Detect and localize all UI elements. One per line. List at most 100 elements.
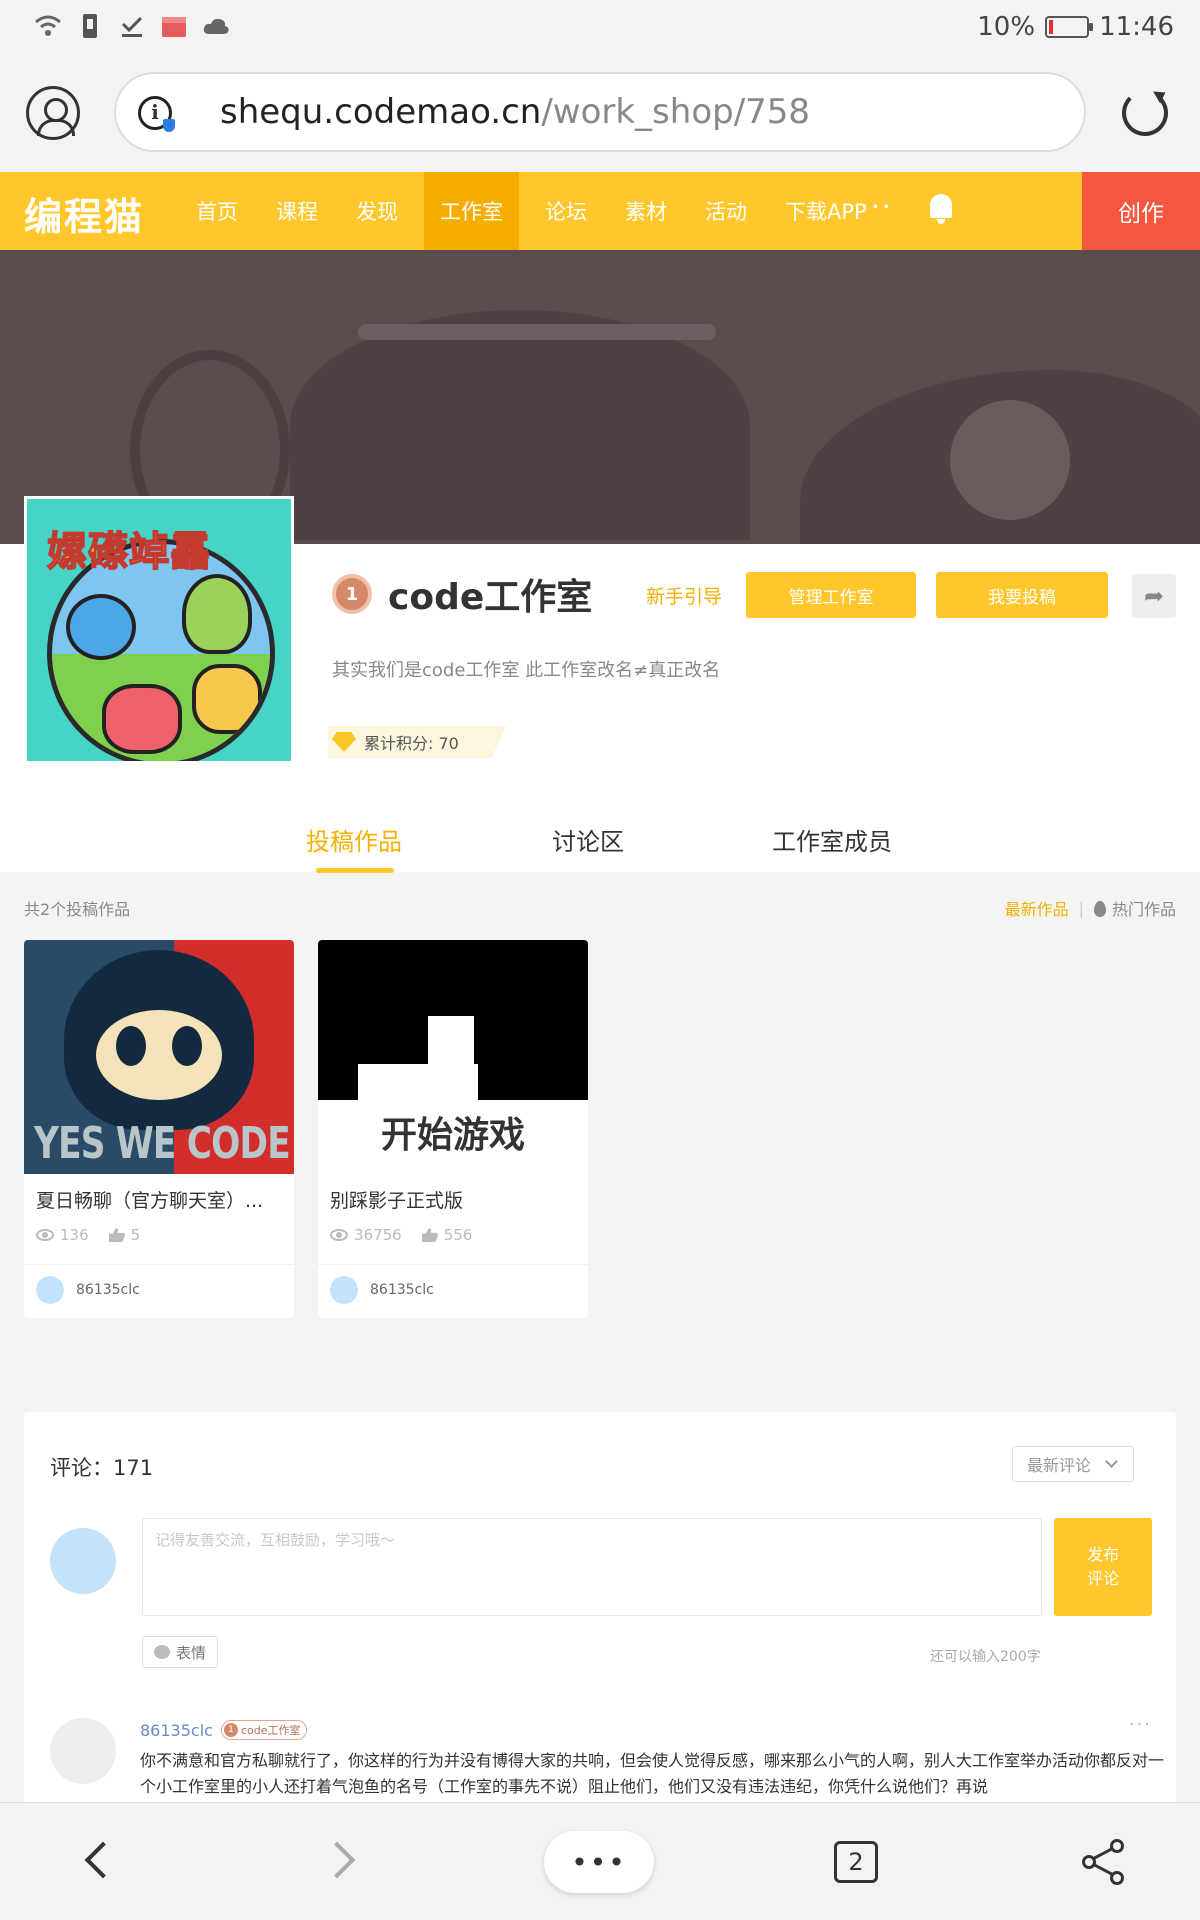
- work-stats: 136 5: [36, 1226, 140, 1244]
- status-icons: [34, 12, 230, 40]
- publish-comment-button[interactable]: 发布 评论: [1054, 1518, 1152, 1616]
- site-info-icon[interactable]: i: [138, 96, 175, 132]
- url-path: /work_shop/758: [541, 92, 811, 132]
- forward-icon[interactable]: [318, 1841, 356, 1879]
- studio-name: code工作室: [388, 577, 593, 618]
- address-bar[interactable]: i shequ.codemao.cn/work_shop/758: [114, 72, 1086, 152]
- work-stats: 36756 556: [330, 1226, 472, 1244]
- comment-more-button[interactable]: ···: [1129, 1714, 1152, 1735]
- card-divider: [24, 1264, 294, 1265]
- work-thumbnail[interactable]: 开始游戏: [318, 940, 588, 1174]
- battery-icon: [1045, 16, 1094, 38]
- newbie-guide-link[interactable]: 新手引导: [646, 582, 722, 609]
- cloud-icon: [202, 12, 230, 40]
- battery-percent: 10%: [977, 12, 1036, 42]
- work-card[interactable]: 开始游戏 别踩影子正式版 36756 556 86135clc: [318, 940, 588, 1318]
- tab-submitted-works[interactable]: 投稿作品: [306, 822, 402, 857]
- clock: 11:46: [1099, 12, 1174, 42]
- commenter-avatar[interactable]: [50, 1718, 116, 1784]
- studio-tag-label: code工作室: [240, 1724, 301, 1737]
- author-avatar[interactable]: [36, 1276, 64, 1304]
- like-icon: [108, 1228, 125, 1242]
- browser-toolbar: i shequ.codemao.cn/work_shop/758: [0, 56, 1200, 172]
- work-card[interactable]: YES WE CODE 夏日畅聊（官方聊天室）... 136 5 86135cl…: [24, 940, 294, 1318]
- emoji-icon: [153, 1645, 170, 1659]
- thumbnail-slogan: YES WE CODE: [34, 1118, 291, 1169]
- work-author[interactable]: 86135clc: [330, 1276, 434, 1304]
- comment-input[interactable]: [142, 1518, 1042, 1616]
- char-remaining: 还可以输入200字: [930, 1649, 1041, 1665]
- menu-button[interactable]: •••: [544, 1831, 654, 1893]
- reload-icon[interactable]: [1122, 90, 1168, 136]
- studio-tabs: 投稿作品 讨论区 工作室成员: [0, 800, 1200, 873]
- nav-item-forum[interactable]: 论坛: [533, 172, 599, 250]
- comment-author-row: 86135clc 1 code工作室: [140, 1720, 308, 1740]
- like-count: 5: [130, 1226, 141, 1244]
- status-right: 10% 11:46: [977, 12, 1174, 42]
- emoji-button[interactable]: 表情: [142, 1636, 218, 1668]
- nav-item-home[interactable]: 首页: [184, 172, 250, 250]
- level-badge-icon: 1: [332, 574, 372, 614]
- studio-description: 其实我们是code工作室 此工作室改名≠真正改名: [332, 660, 721, 681]
- nav-more-button[interactable]: ···: [860, 190, 893, 223]
- works-count: 共2个投稿作品: [24, 900, 131, 919]
- work-thumbnail[interactable]: YES WE CODE: [24, 940, 294, 1174]
- studio-level-icon: 1: [223, 1723, 238, 1737]
- sort-newest-link[interactable]: 最新作品: [1005, 896, 1069, 920]
- author-name[interactable]: 86135clc: [370, 1282, 434, 1298]
- view-count: 136: [60, 1226, 89, 1244]
- sort-separator: |: [1078, 898, 1084, 918]
- chevron-down-icon: [1105, 1455, 1118, 1468]
- author-avatar[interactable]: [330, 1276, 358, 1304]
- nav-item-events[interactable]: 活动: [693, 172, 759, 250]
- comment-count: 评论：171: [50, 1456, 154, 1480]
- site-nav: 编程猫 首页 课程 发现 工作室 论坛 素材 活动 下载APP ··· 创作: [0, 172, 1200, 250]
- tab-discussion[interactable]: 讨论区: [552, 822, 624, 857]
- card-divider: [318, 1264, 588, 1265]
- bell-icon[interactable]: [928, 194, 954, 224]
- studio-tag: 1 code工作室: [220, 1720, 308, 1740]
- share-icon[interactable]: ➦: [1132, 574, 1176, 618]
- app-notification-icon: [160, 12, 188, 40]
- sort-hot-label: 热门作品: [1111, 900, 1176, 919]
- nav-items: 首页 课程 发现 工作室 论坛 素材 活动 下载APP: [184, 172, 893, 250]
- nav-item-materials[interactable]: 素材: [613, 172, 679, 250]
- like-count: 556: [443, 1226, 473, 1244]
- tabs-count-button[interactable]: 2: [834, 1841, 878, 1883]
- nav-item-studio[interactable]: 工作室: [424, 172, 519, 250]
- author-name[interactable]: 86135clc: [76, 1282, 140, 1298]
- view-count: 36756: [354, 1226, 402, 1244]
- studio-name-row: 1 code工作室: [332, 568, 592, 620]
- nav-item-discover[interactable]: 发现: [344, 172, 410, 250]
- submit-work-button[interactable]: 我要投稿: [936, 572, 1108, 618]
- emoji-label: 表情: [175, 1643, 206, 1662]
- comment-sort-select[interactable]: 最新评论: [1012, 1446, 1134, 1482]
- account-icon[interactable]: [26, 86, 80, 140]
- like-icon: [421, 1228, 438, 1242]
- url-text[interactable]: shequ.codemao.cn/work_shop/758: [220, 92, 810, 132]
- site-logo[interactable]: 编程猫: [24, 186, 144, 241]
- my-avatar: [50, 1528, 116, 1594]
- view-icon: [36, 1229, 54, 1241]
- create-button[interactable]: 创作: [1082, 172, 1200, 250]
- wifi-icon: [34, 12, 62, 40]
- view-icon: [330, 1229, 348, 1241]
- comment-author-name[interactable]: 86135clc: [140, 1721, 213, 1740]
- fire-icon: [1093, 901, 1106, 917]
- work-title[interactable]: 夏日畅聊（官方聊天室）...: [36, 1186, 282, 1213]
- work-author[interactable]: 86135clc: [36, 1276, 140, 1304]
- avatar-title: 嫘礤竨靐: [46, 528, 211, 576]
- url-host: shequ.codemao.cn: [220, 92, 542, 132]
- work-title[interactable]: 别踩影子正式版: [330, 1186, 576, 1213]
- points-text: 累计积分: 70: [364, 734, 459, 753]
- manage-studio-button[interactable]: 管理工作室: [746, 572, 916, 618]
- nav-item-courses[interactable]: 课程: [264, 172, 330, 250]
- studio-avatar: 嫘礤竨靐: [24, 496, 294, 764]
- sort-hot-link[interactable]: 热门作品: [1093, 896, 1176, 920]
- share-icon[interactable]: [1082, 1839, 1126, 1885]
- back-icon[interactable]: [84, 1841, 122, 1879]
- comment-text: 你不满意和官方私聊就行了，你这样的行为并没有博得大家的共响，但会使人觉得反感，哪…: [140, 1751, 1165, 1796]
- tab-members[interactable]: 工作室成员: [772, 822, 892, 857]
- points-badge: 累计积分: 70: [328, 726, 506, 758]
- thumbnail-start-text: 开始游戏: [380, 1115, 525, 1156]
